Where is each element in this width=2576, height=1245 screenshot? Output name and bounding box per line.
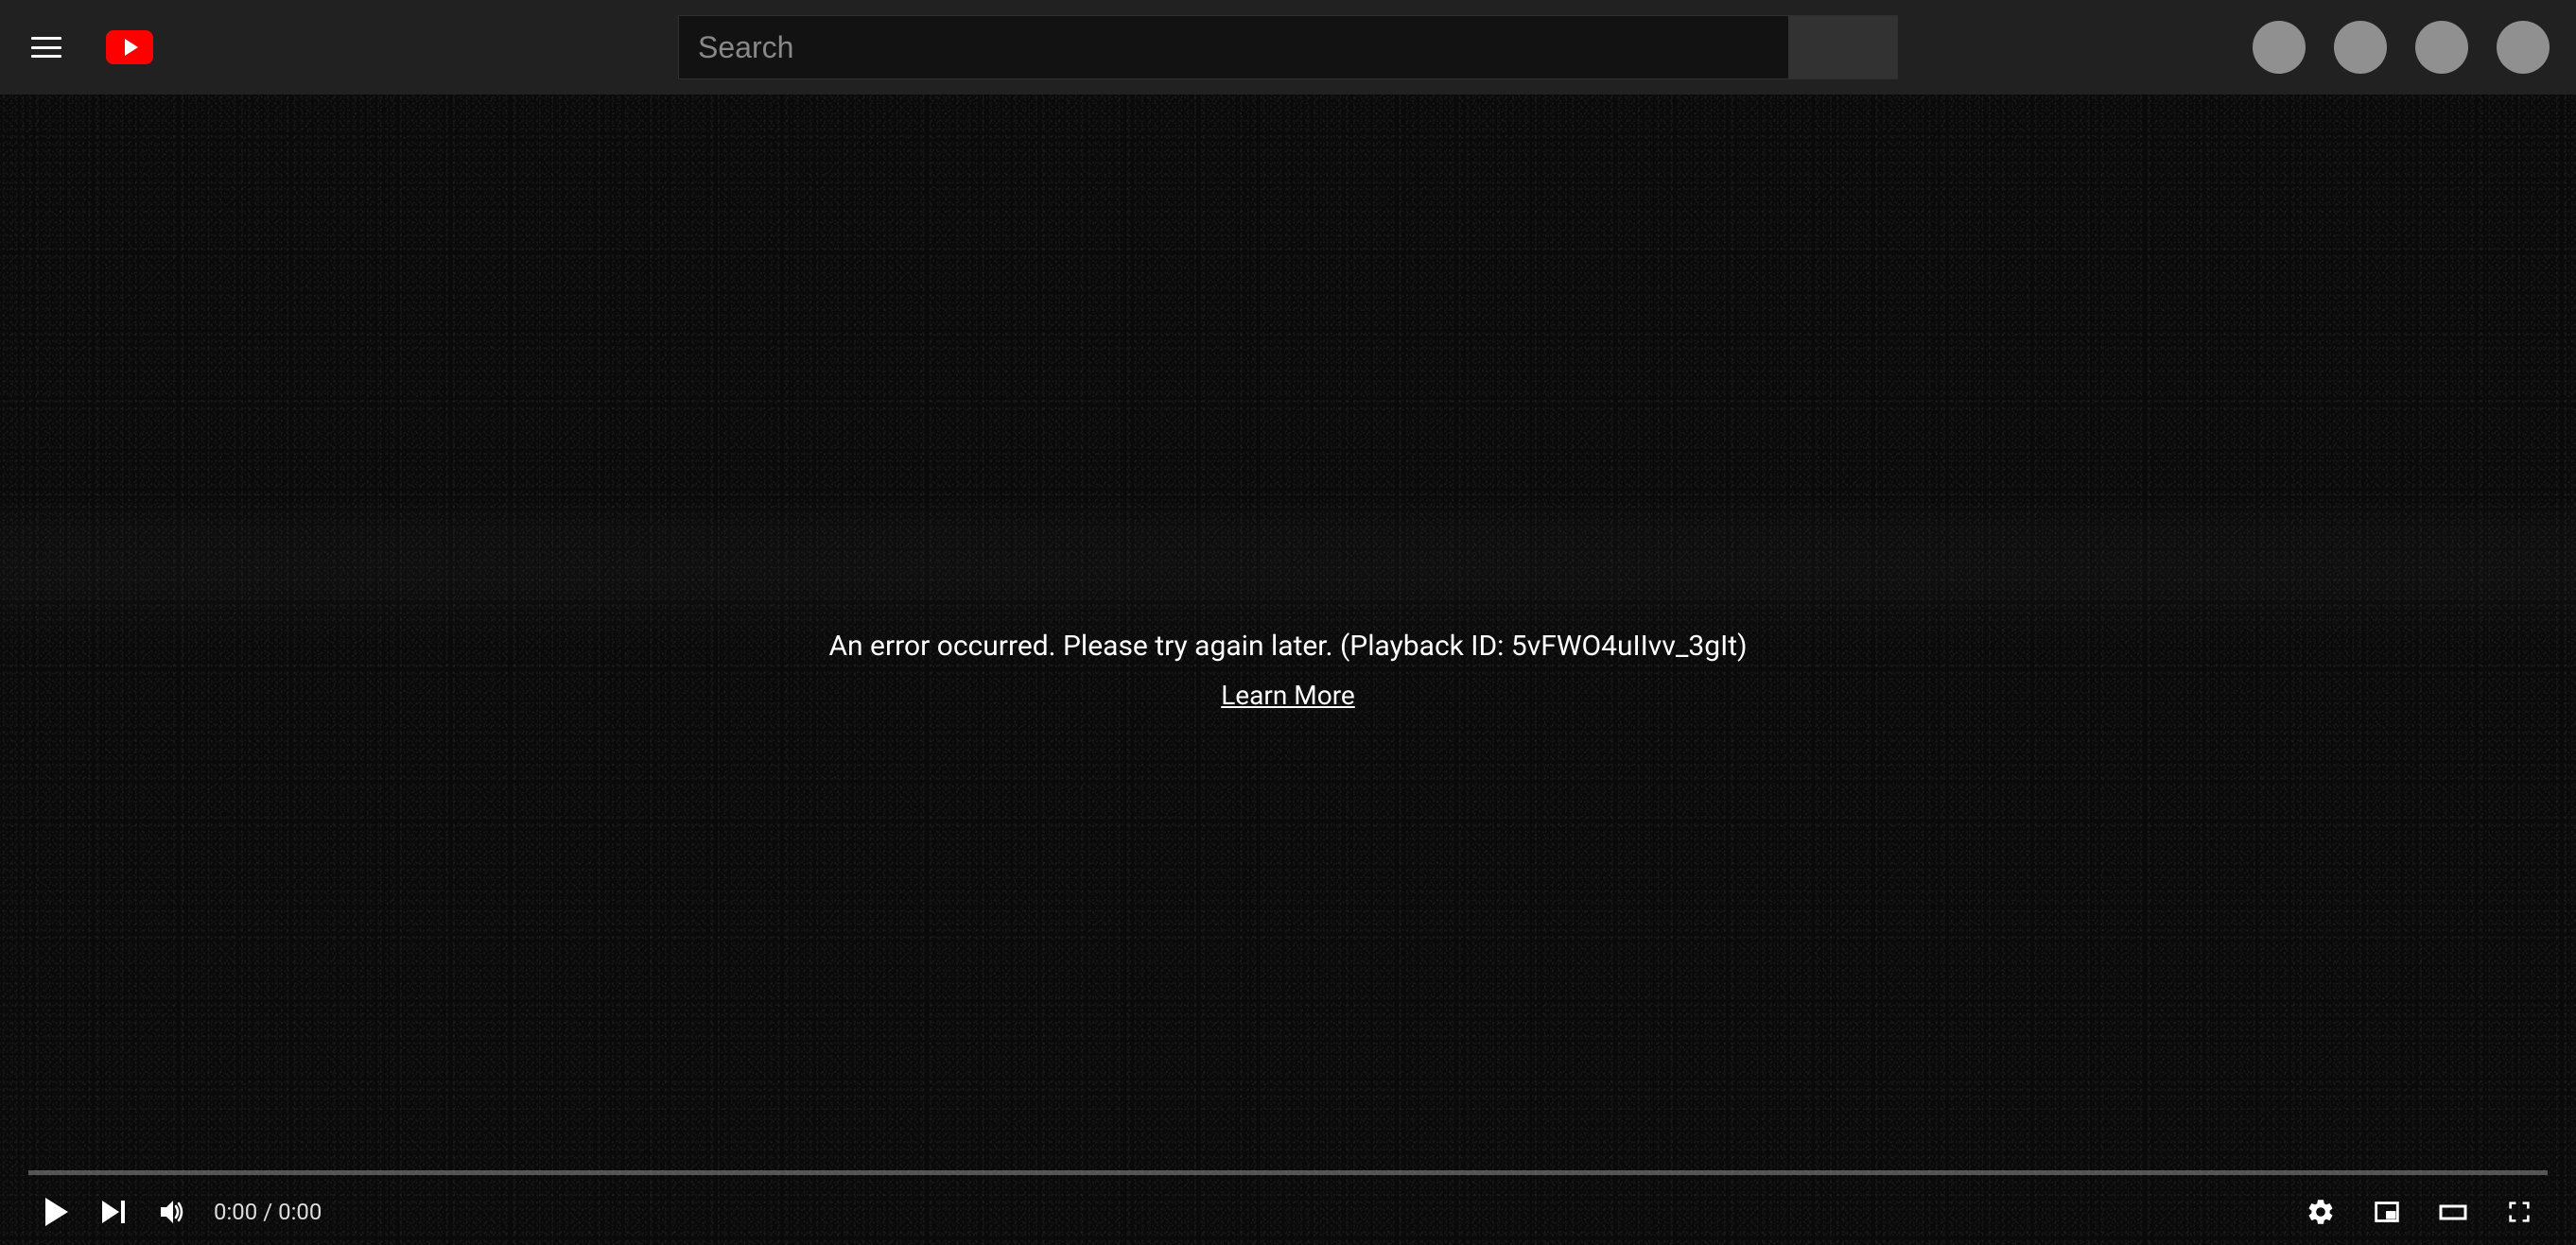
gear-icon <box>2306 1197 2336 1227</box>
youtube-logo-icon <box>106 30 153 64</box>
volume-button[interactable] <box>142 1184 199 1240</box>
header-action-3[interactable] <box>2415 21 2468 74</box>
miniplayer-icon <box>2371 1196 2403 1228</box>
time-display: 0:00 / 0:00 <box>214 1199 322 1225</box>
youtube-logo[interactable] <box>106 30 153 64</box>
play-icon <box>45 1198 68 1226</box>
settings-button[interactable] <box>2292 1184 2349 1240</box>
fullscreen-button[interactable] <box>2491 1184 2548 1240</box>
menu-button[interactable] <box>26 27 66 67</box>
hamburger-icon <box>31 37 61 58</box>
next-button[interactable] <box>85 1184 142 1240</box>
controls-row: 0:00 / 0:00 <box>19 1179 2557 1245</box>
error-text: An error occurred. Please try again late… <box>828 630 1747 663</box>
search-input[interactable] <box>678 15 1788 79</box>
video-player[interactable]: An error occurred. Please try again late… <box>0 95 2576 1245</box>
progress-bar[interactable] <box>28 1170 2548 1175</box>
player-controls: 0:00 / 0:00 <box>0 1170 2576 1245</box>
search-button[interactable] <box>1788 15 1898 79</box>
header-actions <box>2253 21 2550 74</box>
play-icon <box>125 39 138 56</box>
controls-right <box>2292 1184 2548 1240</box>
play-button[interactable] <box>28 1184 85 1240</box>
error-panel: An error occurred. Please try again late… <box>828 630 1747 711</box>
site-header <box>0 0 2576 95</box>
fullscreen-icon <box>2504 1197 2534 1227</box>
volume-icon <box>153 1195 187 1229</box>
miniplayer-button[interactable] <box>2358 1184 2415 1240</box>
search-container <box>678 15 1898 79</box>
header-action-4[interactable] <box>2497 21 2550 74</box>
theater-button[interactable] <box>2425 1184 2481 1240</box>
header-action-1[interactable] <box>2253 21 2306 74</box>
theater-icon <box>2436 1195 2470 1229</box>
learn-more-link[interactable]: Learn More <box>1221 680 1355 711</box>
next-icon <box>102 1201 125 1223</box>
header-action-2[interactable] <box>2334 21 2387 74</box>
